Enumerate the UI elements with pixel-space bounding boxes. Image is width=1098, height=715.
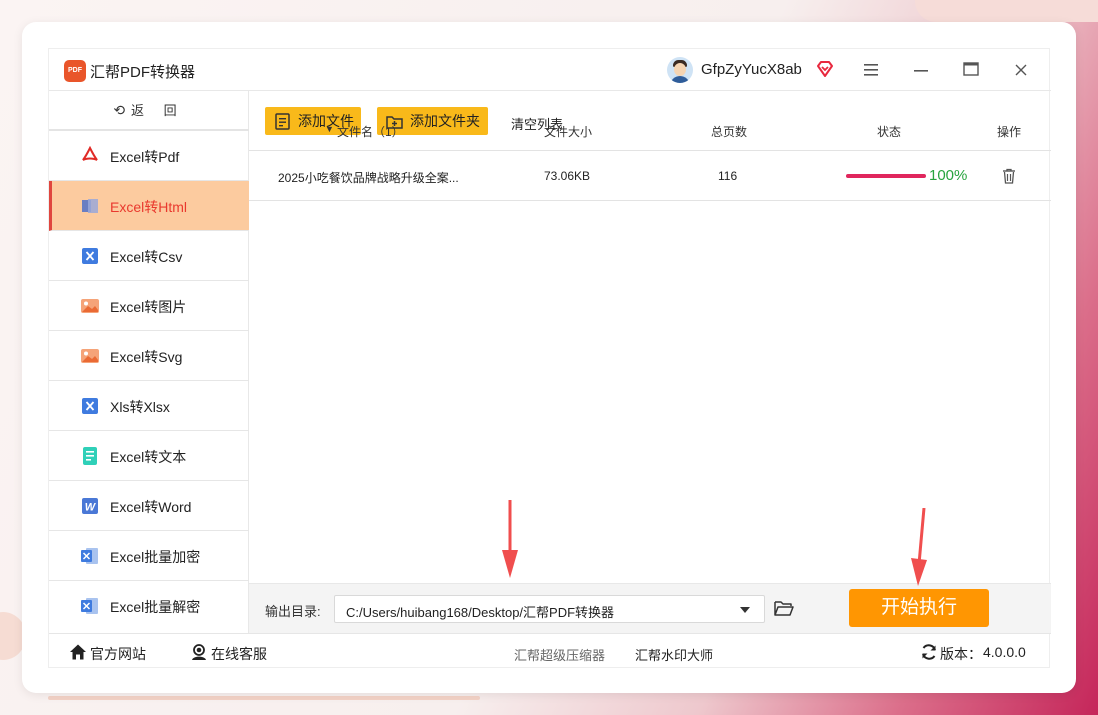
sidebar: ⟲ 返 回 Excel转Pdf Excel转Html Excel转Csv Exce…	[49, 91, 249, 633]
sidebar-item-label: Xls转Xlsx	[110, 399, 170, 415]
output-dir-label: 输出目录:	[265, 604, 321, 619]
sidebar-item-excel-to-pdf[interactable]: Excel转Pdf	[49, 131, 249, 181]
online-support-link[interactable]: 在线客服	[211, 644, 267, 664]
official-website-link[interactable]: 官方网站	[90, 644, 146, 664]
column-header-size: 文件大小	[544, 125, 593, 139]
sidebar-item-excel-decrypt[interactable]: Excel批量解密	[49, 581, 249, 631]
sidebar-item-label: Excel转Csv	[110, 249, 183, 265]
sidebar-item-label: Excel转Svg	[110, 349, 183, 365]
sidebar-item-excel-to-svg[interactable]: Excel转Svg	[49, 331, 249, 381]
start-button[interactable]: 开始执行	[849, 589, 989, 627]
maximize-icon[interactable]	[959, 58, 983, 82]
text-icon	[83, 447, 97, 465]
progress-text: 100%	[929, 167, 968, 184]
back-arrow-icon: ⟲	[113, 102, 126, 118]
app-logo: PDF	[64, 60, 86, 82]
sidebar-item-label: Excel转图片	[110, 299, 187, 315]
vip-diamond-icon[interactable]	[815, 59, 835, 79]
avatar-shirt	[670, 76, 690, 83]
title-bar: PDF 汇帮PDF转换器 GfpZyYucX8ab	[49, 49, 1051, 91]
sidebar-item-label: Excel批量加密	[110, 549, 201, 565]
sidebar-item-excel-to-image[interactable]: Excel转图片	[49, 281, 249, 331]
minimize-icon[interactable]	[909, 58, 933, 82]
trash-icon[interactable]	[1002, 168, 1016, 184]
column-header-action: 操作	[997, 125, 1022, 139]
sidebar-item-label: Excel转Html	[110, 199, 188, 215]
file-table-header: ▼ 文件名（1） 文件大小 总页数 状态 操作	[249, 109, 1051, 151]
watermark-link[interactable]: 汇帮水印大师	[635, 645, 713, 664]
home-icon	[70, 644, 86, 660]
customer-service-icon	[192, 644, 206, 660]
menu-icon[interactable]	[859, 58, 883, 82]
image-icon	[81, 349, 99, 363]
sidebar-item-excel-to-text[interactable]: Excel转文本	[49, 431, 249, 481]
output-bar: 输出目录: C:/Users/huibang168/Desktop/汇帮PDF转…	[249, 583, 1051, 633]
sidebar-item-label: Excel转Pdf	[110, 149, 180, 165]
sidebar-item-excel-encrypt[interactable]: Excel批量加密	[49, 531, 249, 581]
background-blob	[915, 0, 1098, 22]
output-dir-value: C:/Users/huibang168/Desktop/汇帮PDF转换器	[346, 605, 615, 620]
file-pages: 116	[718, 169, 738, 183]
sidebar-item-label: Excel转文本	[110, 449, 187, 465]
html-icon	[82, 199, 98, 213]
sort-desc-icon[interactable]: ▼	[325, 124, 334, 134]
output-dir-select[interactable]: C:/Users/huibang168/Desktop/汇帮PDF转换器	[334, 595, 765, 623]
sidebar-item-excel-to-html[interactable]: Excel转Html	[49, 181, 249, 231]
sidebar-item-label: Excel转Word	[110, 499, 192, 515]
compressor-link[interactable]: 汇帮超级压缩器	[514, 645, 605, 664]
version-label: 版本：	[940, 646, 982, 662]
sidebar-item-excel-to-csv[interactable]: Excel转Csv	[49, 231, 249, 281]
image-icon	[81, 299, 99, 313]
column-header-pages: 总页数	[711, 125, 748, 139]
file-size: 73.06KB	[544, 169, 591, 183]
refresh-icon[interactable]	[920, 643, 938, 661]
svg-text:W: W	[85, 502, 97, 514]
excel-unlock-icon	[81, 598, 98, 614]
progress-bar	[846, 174, 926, 178]
app-frame: PDF 汇帮PDF转换器 GfpZyYucX8ab ⟲ 返 回 Excel转Pd…	[48, 48, 1051, 669]
avatar[interactable]	[667, 57, 693, 83]
excel-icon	[82, 398, 98, 414]
background-line	[48, 696, 480, 700]
close-icon[interactable]	[1009, 58, 1033, 82]
app-window: PDF 汇帮PDF转换器 GfpZyYucX8ab ⟲ 返 回 Excel转Pd…	[22, 22, 1076, 693]
progress-fill	[846, 174, 926, 178]
file-name: 2025小吃餐饮品牌战略升级全案...	[278, 171, 459, 185]
column-header-status: 状态	[877, 125, 902, 139]
annotation-arrow	[911, 508, 927, 586]
username[interactable]: GfpZyYucX8ab	[701, 61, 802, 78]
table-row[interactable]: 2025小吃餐饮品牌战略升级全案... 73.06KB 116 100%	[249, 151, 1051, 201]
footer: 官方网站 在线客服 汇帮超级压缩器 汇帮水印大师 版本： 4.0.0.0	[49, 633, 1051, 669]
column-header-filename[interactable]: 文件名（1）	[337, 123, 404, 140]
excel-icon	[82, 248, 98, 264]
open-folder-icon[interactable]	[774, 599, 794, 617]
word-icon: W	[82, 498, 98, 514]
sidebar-item-excel-to-word[interactable]: W Excel转Word	[49, 481, 249, 531]
version-value: 4.0.0.0	[983, 644, 1026, 660]
excel-lock-icon	[81, 548, 98, 564]
back-button[interactable]: ⟲ 返 回	[49, 91, 249, 131]
back-label: 返 回	[131, 103, 185, 118]
avatar-face	[674, 63, 686, 76]
sidebar-item-label: Excel批量解密	[110, 599, 201, 615]
chevron-down-icon	[740, 607, 750, 613]
app-title: 汇帮PDF转换器	[90, 64, 196, 81]
annotation-arrow	[502, 500, 518, 578]
pdf-icon	[82, 146, 98, 161]
sidebar-item-xls-to-xlsx[interactable]: Xls转Xlsx	[49, 381, 249, 431]
